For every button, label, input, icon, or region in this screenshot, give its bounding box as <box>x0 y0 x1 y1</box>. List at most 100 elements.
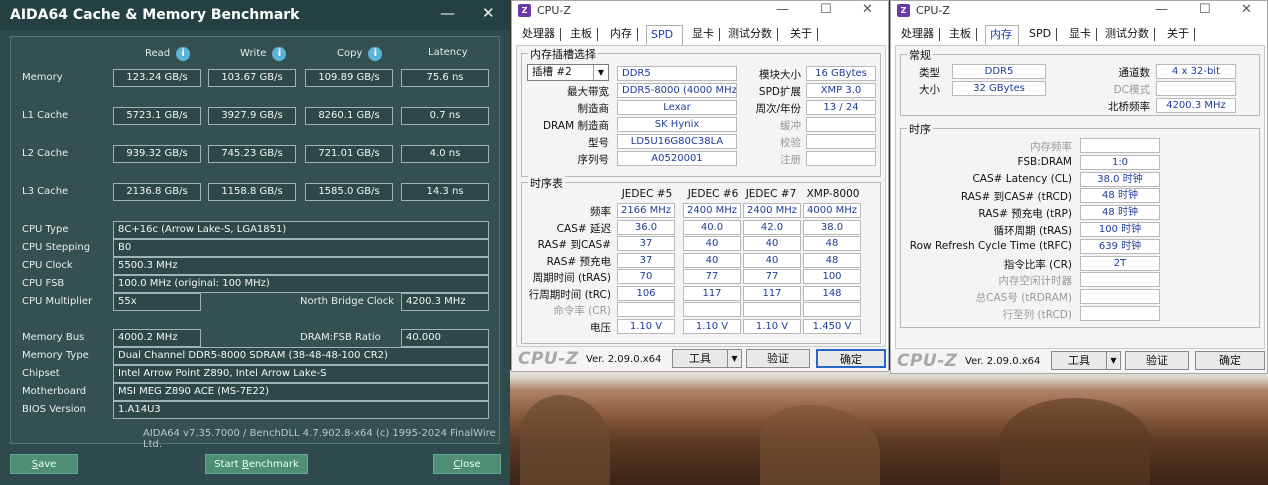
timing-value: 1.10 V <box>683 318 741 334</box>
timing-row-label: RAS# 到CAS# <box>537 239 611 251</box>
timing-value: 77 <box>743 269 801 284</box>
minimize-button[interactable]: — <box>1155 2 1168 17</box>
timing-row-label: CAS# 延迟 <box>556 222 611 235</box>
cpuz-titlebar[interactable]: Z CPU-Z — ☐ ✕ <box>512 1 888 21</box>
timing-row-label: 电压 <box>590 321 611 334</box>
timing-value: 100 <box>803 269 861 284</box>
dc-mode-label: DC模式 <box>1113 84 1150 96</box>
memory-type-value: Dual Channel DDR5-8000 SDRAM (38-48-48-1… <box>113 347 489 365</box>
cpuz-version: Ver. 2.09.0.x64 <box>586 354 662 365</box>
timing-value: 40 <box>683 252 741 268</box>
timing-label: 内存空闲计时器 <box>998 275 1073 288</box>
copy-header-label: Copy <box>337 48 363 59</box>
tab-graphics[interactable]: 显卡 <box>688 25 720 45</box>
timing-label: 行至列 (tRCD) <box>1002 309 1072 321</box>
maximize-button[interactable]: ☐ <box>1199 2 1211 17</box>
tab-memory[interactable]: 内存 <box>985 25 1019 45</box>
motherboard-value: MSI MEG Z890 ACE (MS-7E22) <box>113 383 489 401</box>
part-number-label: 型号 <box>588 137 609 149</box>
cpuz-titlebar[interactable]: Z CPU-Z — ☐ ✕ <box>891 1 1267 21</box>
cpuz-footer: CPU-Z Ver. 2.09.0.x64 工具 ▼ 验证 确定 <box>891 349 1267 373</box>
dc-mode-field <box>1156 81 1236 96</box>
tab-bench[interactable]: 测试分数 <box>724 25 778 45</box>
memory-write-value: 103.67 GB/s <box>208 69 296 87</box>
cpuz-version: Ver. 2.09.0.x64 <box>965 356 1041 367</box>
timing-value <box>803 302 861 317</box>
tab-spd[interactable]: SPD <box>646 25 683 45</box>
timing-value <box>683 302 741 317</box>
nb-clock-value: 4200.3 MHz <box>401 293 489 311</box>
read-info-icon[interactable]: i <box>176 47 191 61</box>
read-header: Read i <box>145 47 191 61</box>
nb-clock-label: North Bridge Clock <box>300 296 395 307</box>
tab-memory[interactable]: 内存 <box>606 25 638 45</box>
cpuz-window-title: CPU-Z <box>916 4 950 17</box>
timing-row-label: RAS# 预充电 <box>546 255 611 268</box>
close-button[interactable]: ✕ <box>1241 2 1252 17</box>
timing-value: 2T <box>1080 255 1160 271</box>
validate-button[interactable]: 验证 <box>746 349 810 368</box>
tab-mainboard[interactable]: 主板 <box>945 25 977 45</box>
validate-button[interactable]: 验证 <box>1125 351 1189 370</box>
tab-processor[interactable]: 处理器 <box>518 25 561 45</box>
maximize-button[interactable]: ☐ <box>820 2 832 17</box>
timing-col-header: JEDEC #7 <box>745 188 797 200</box>
module-size-field: 16 GBytes <box>806 66 876 81</box>
spd-ext-field: XMP 3.0 <box>806 83 876 98</box>
l1-copy-value: 8260.1 GB/s <box>305 107 393 125</box>
tab-graphics[interactable]: 显卡 <box>1065 25 1097 45</box>
copy-info-icon[interactable]: i <box>368 47 383 61</box>
tab-about[interactable]: 关于 <box>786 25 818 45</box>
minimize-button[interactable]: — <box>776 2 789 17</box>
buffered-label: 缓冲 <box>780 120 801 132</box>
tools-button[interactable]: 工具 <box>1051 351 1107 370</box>
ok-button[interactable]: 确定 <box>816 349 886 368</box>
timing-label: RAS# 预充电 (tRP) <box>978 208 1072 221</box>
minimize-button[interactable]: — <box>440 4 455 22</box>
l3-write-value: 1158.8 GB/s <box>208 183 296 201</box>
close-dialog-button[interactable]: Close <box>433 454 501 474</box>
close-button[interactable]: ✕ <box>482 4 495 22</box>
tab-bench[interactable]: 测试分数 <box>1101 25 1155 45</box>
ok-button[interactable]: 确定 <box>1195 351 1265 370</box>
timing-label: 循环周期 (tRAS) <box>993 225 1072 237</box>
cpu-clock-value: 5500.3 MHz <box>113 257 489 275</box>
aida-titlebar[interactable]: AIDA64 Cache & Memory Benchmark — ✕ <box>0 0 510 30</box>
dram-fsb-value: 40.000 <box>401 329 489 347</box>
timing-row-label: 周期时间 (tRAS) <box>532 272 611 284</box>
timing-label: Row Refresh Cycle Time (tRFC) <box>909 239 1072 252</box>
bios-label: BIOS Version <box>22 404 86 415</box>
chevron-down-icon[interactable]: ▼ <box>1106 351 1121 370</box>
size-field: 32 GBytes <box>952 81 1046 96</box>
l1-latency-value: 0.7 ns <box>401 107 489 125</box>
timing-label: RAS# 到CAS# (tRCD) <box>960 191 1072 204</box>
close-button[interactable]: ✕ <box>862 2 873 17</box>
general-group-title: 常规 <box>907 47 933 63</box>
nb-freq-label: 北桥频率 <box>1108 101 1150 113</box>
timing-value: 48 <box>803 236 861 251</box>
tab-processor[interactable]: 处理器 <box>897 25 940 45</box>
slot-select[interactable]: 插槽 #2 ▼ <box>527 64 609 81</box>
correction-field <box>806 134 876 149</box>
cpu-fsb-value: 100.0 MHz (original: 100 MHz) <box>113 275 489 293</box>
timing-value: 40.0 <box>683 219 741 235</box>
bios-value: 1.A14U3 <box>113 401 489 419</box>
correction-label: 校验 <box>780 137 801 149</box>
tab-about[interactable]: 关于 <box>1163 25 1195 45</box>
cpu-type-value: 8C+16c (Arrow Lake-S, LGA1851) <box>113 221 489 239</box>
save-button[interactable]: Save <box>10 454 78 474</box>
timing-col-header: JEDEC #5 <box>621 188 673 200</box>
tools-button[interactable]: 工具 <box>672 349 728 368</box>
write-info-icon[interactable]: i <box>272 47 287 61</box>
timing-value <box>1080 289 1160 305</box>
tab-spd[interactable]: SPD <box>1025 25 1058 45</box>
chevron-down-icon[interactable]: ▼ <box>727 349 742 368</box>
timing-label: 指令比率 (CR) <box>1003 258 1072 271</box>
cpuz-footer: CPU-Z Ver. 2.09.0.x64 工具 ▼ 验证 确定 <box>512 347 888 371</box>
start-benchmark-button[interactable]: Start Benchmark <box>205 454 308 474</box>
tab-mainboard[interactable]: 主板 <box>566 25 598 45</box>
memory-bus-label: Memory Bus <box>22 332 85 343</box>
timing-value <box>1080 306 1160 321</box>
timing-value: 117 <box>743 285 801 301</box>
cpuz-memory-panel: 常规 类型 DDR5 大小 32 GBytes 通道数 4 x 32-bit D… <box>895 45 1265 349</box>
